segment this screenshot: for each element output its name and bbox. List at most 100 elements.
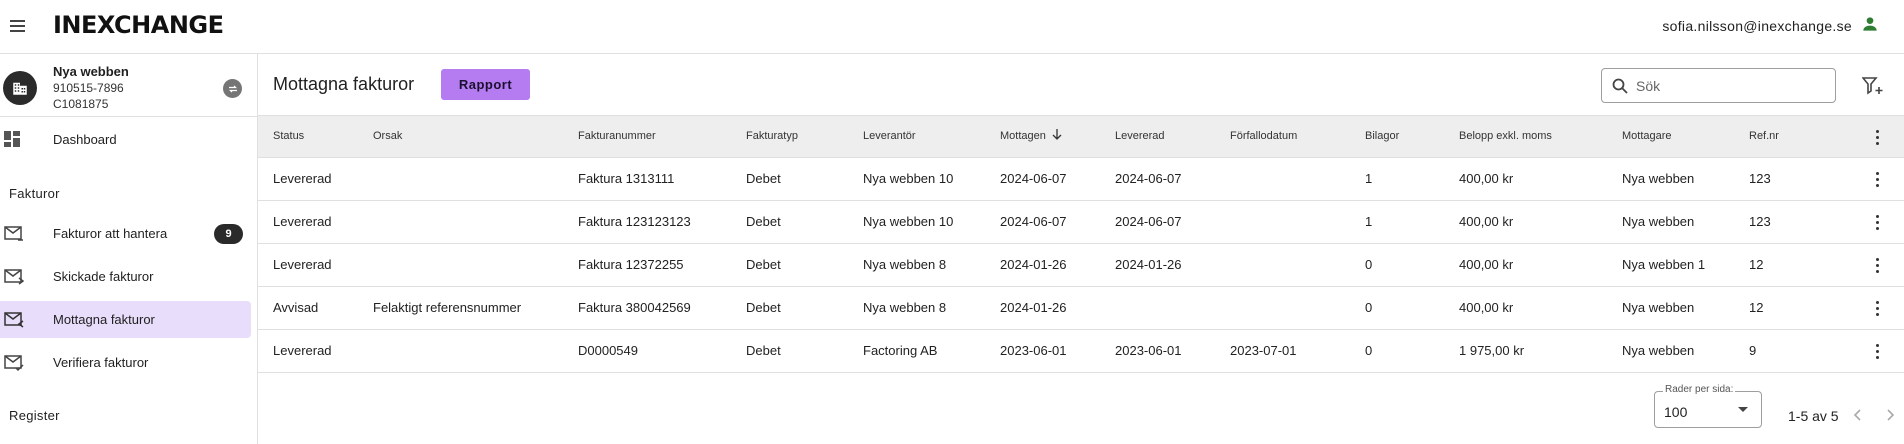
cell-mottagare: Nya webben: [1622, 343, 1695, 358]
cell-belopp: 400,00 kr: [1459, 300, 1514, 315]
cell-mottagen: 2024-01-26: [1000, 257, 1067, 272]
cell-mottagare: Nya webben 1: [1622, 257, 1706, 272]
nav-fakturor-att-hantera-label: Fakturor att hantera: [53, 226, 168, 241]
table-row[interactable]: Levererad D0000549 Debet Factoring AB 20…: [258, 330, 1904, 373]
mail-icon: [4, 225, 24, 246]
nav-skickade-fakturor[interactable]: Skickade fakturor: [0, 258, 251, 295]
rows-per-page-select[interactable]: Rader per sida: 100: [1654, 384, 1762, 428]
sort-down-icon: [1052, 129, 1062, 140]
column-header-orsak[interactable]: Orsak: [373, 116, 402, 157]
column-options-icon[interactable]: [1869, 129, 1885, 145]
user-icon[interactable]: [1860, 14, 1880, 37]
menu-icon[interactable]: [4, 13, 30, 39]
cell-status: Levererad: [273, 171, 332, 186]
cell-belopp: 1 975,00 kr: [1459, 343, 1525, 358]
column-header-fakturatyp[interactable]: Fakturatyp: [746, 116, 798, 157]
org-code: C1081875: [53, 97, 109, 111]
cell-bilagor: 1: [1365, 171, 1373, 186]
column-header-leverantor[interactable]: Leverantör: [863, 116, 916, 157]
cell-fakturanummer: D0000549: [578, 343, 638, 358]
top-bar: INEXCHANGE sofia.nilsson@inexchange.se: [0, 0, 1904, 54]
row-options-icon[interactable]: [1869, 171, 1885, 187]
search-input[interactable]: [1636, 77, 1826, 94]
nav-verifiera-fakturor-label: Verifiera fakturor: [53, 355, 149, 370]
cell-mottagen: 2024-01-26: [1000, 300, 1067, 315]
table-row[interactable]: Levererad Faktura 123123123 Debet Nya we…: [258, 201, 1904, 244]
filter-add-icon[interactable]: [1861, 76, 1884, 99]
nav-mottagna-fakturor-label: Mottagna fakturor: [53, 312, 155, 327]
column-header-fakturanummer[interactable]: Fakturanummer: [578, 116, 656, 157]
chevron-left-icon[interactable]: [1852, 408, 1864, 425]
table-row[interactable]: Levererad Faktura 12372255 Debet Nya web…: [258, 244, 1904, 287]
app-logo[interactable]: INEXCHANGE: [53, 11, 224, 39]
cell-levererad: 2024-01-26: [1115, 257, 1182, 272]
cell-bilagor: 1: [1365, 214, 1373, 229]
table-row[interactable]: Avvisad Felaktigt referensnummer Faktura…: [258, 287, 1904, 330]
organization-card: Nya webben 910515-7896 C1081875: [0, 54, 257, 117]
cell-levererad: 2023-06-01: [1115, 343, 1182, 358]
column-header-forfallodatum[interactable]: Förfallodatum: [1230, 116, 1297, 157]
org-name: Nya webben: [53, 64, 129, 79]
nav-dashboard[interactable]: Dashboard: [0, 121, 251, 158]
cell-status: Levererad: [273, 343, 332, 358]
cell-refnr: 123: [1749, 214, 1771, 229]
table-row[interactable]: Levererad Faktura 1313111 Debet Nya webb…: [258, 158, 1904, 201]
search-icon: [1612, 78, 1628, 94]
cell-mottagen: 2023-06-01: [1000, 343, 1067, 358]
user-email[interactable]: sofia.nilsson@inexchange.se: [1662, 18, 1852, 34]
column-header-refnr[interactable]: Ref.nr: [1749, 116, 1779, 157]
user-menu[interactable]: sofia.nilsson@inexchange.se: [1662, 14, 1880, 37]
switch-org-icon[interactable]: [223, 79, 242, 98]
section-fakturor: Fakturor: [9, 186, 60, 201]
column-header-bilagor[interactable]: Bilagor: [1365, 116, 1399, 157]
nav-dashboard-label: Dashboard: [53, 132, 117, 147]
sidebar: Nya webben 910515-7896 C1081875 Dashboar…: [0, 54, 258, 444]
table-header: Status Orsak Fakturanummer Fakturatyp Le…: [258, 115, 1904, 158]
nav-verifiera-fakturor[interactable]: Verifiera fakturor: [0, 344, 251, 381]
nav-fakturor-att-hantera[interactable]: Fakturor att hantera 9: [0, 215, 251, 252]
dropdown-caret-icon: [1738, 407, 1748, 412]
column-header-mottagen[interactable]: Mottagen: [1000, 116, 1062, 157]
cell-fakturatyp: Debet: [746, 343, 781, 358]
cell-bilagor: 0: [1365, 343, 1373, 358]
column-header-levererad[interactable]: Levererad: [1115, 116, 1165, 157]
cell-fakturatyp: Debet: [746, 257, 781, 272]
row-options-icon[interactable]: [1869, 257, 1885, 273]
cell-mottagen: 2024-06-07: [1000, 171, 1067, 186]
cell-leverantor: Factoring AB: [863, 343, 938, 358]
cell-mottagare: Nya webben: [1622, 214, 1695, 229]
cell-refnr: 12: [1749, 300, 1764, 315]
cell-status: Levererad: [273, 257, 332, 272]
column-header-mottagen-label: Mottagen: [1000, 130, 1046, 142]
cell-status: Avvisad: [273, 300, 319, 315]
cell-bilagor: 0: [1365, 300, 1373, 315]
nav-skickade-fakturor-label: Skickade fakturor: [53, 269, 154, 284]
row-options-icon[interactable]: [1869, 343, 1885, 359]
rows-per-page-label: Rader per sida:: [1663, 384, 1736, 395]
cell-belopp: 400,00 kr: [1459, 214, 1514, 229]
row-options-icon[interactable]: [1869, 214, 1885, 230]
cell-mottagare: Nya webben: [1622, 171, 1695, 186]
chevron-right-icon[interactable]: [1884, 408, 1896, 425]
column-header-belopp[interactable]: Belopp exkl. moms: [1459, 116, 1552, 157]
cell-refnr: 123: [1749, 171, 1771, 186]
cell-leverantor: Nya webben 10: [863, 214, 954, 229]
row-options-icon[interactable]: [1869, 300, 1885, 316]
cell-leverantor: Nya webben 8: [863, 257, 947, 272]
page-title: Mottagna fakturor: [273, 74, 415, 94]
cell-belopp: 400,00 kr: [1459, 257, 1514, 272]
org-id: 910515-7896: [53, 81, 124, 95]
column-header-mottagare[interactable]: Mottagare: [1622, 116, 1672, 157]
mail-sent-icon: [4, 268, 25, 289]
cell-status: Levererad: [273, 214, 332, 229]
rapport-button[interactable]: Rapport: [441, 69, 530, 100]
cell-refnr: 12: [1749, 257, 1764, 272]
mail-received-icon: [4, 311, 24, 332]
dashboard-icon: [4, 131, 22, 152]
search-field[interactable]: [1601, 68, 1836, 103]
column-header-status[interactable]: Status: [273, 116, 304, 157]
nav-mottagna-fakturor[interactable]: Mottagna fakturor: [0, 301, 251, 338]
cell-levererad: 2024-06-07: [1115, 171, 1182, 186]
cell-fakturanummer: Faktura 380042569: [578, 300, 691, 315]
rows-per-page-value: 100: [1664, 404, 1688, 420]
